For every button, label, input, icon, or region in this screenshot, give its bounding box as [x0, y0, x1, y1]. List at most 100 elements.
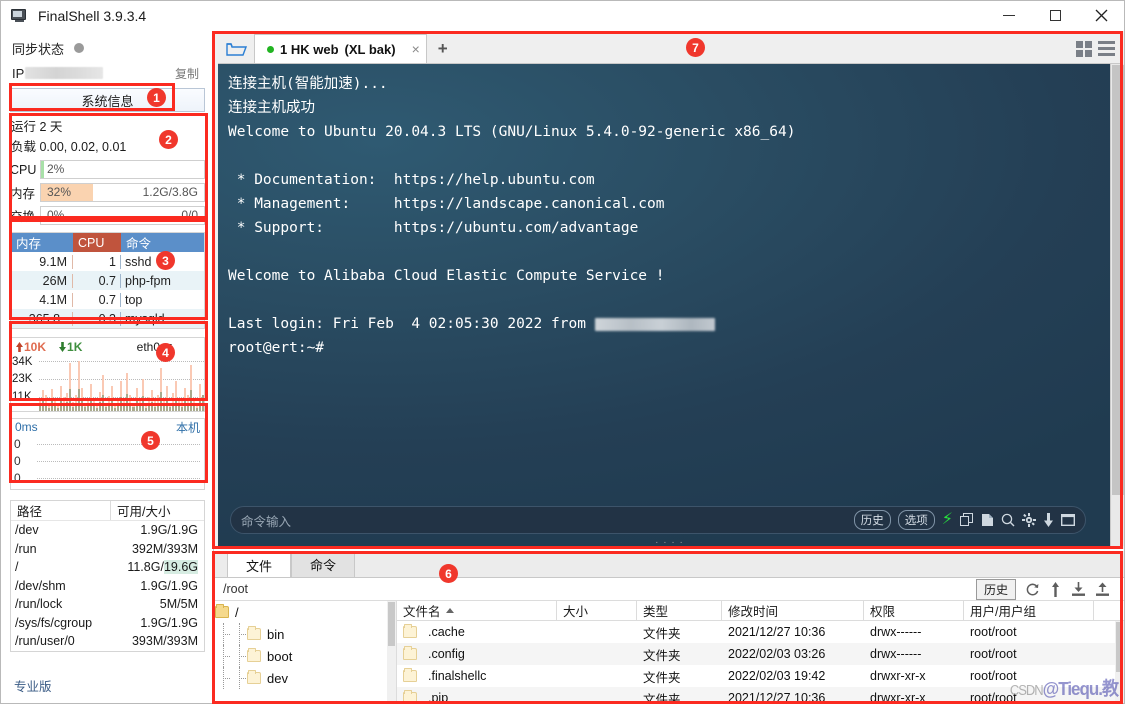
- file-name: .finalshellc: [397, 668, 557, 683]
- disk-path: /run: [15, 541, 37, 556]
- terminal-line: 连接主机(智能加速)...: [228, 76, 388, 92]
- maximize-button[interactable]: [1032, 1, 1078, 31]
- new-tab-button[interactable]: +: [427, 34, 459, 63]
- upload-file-icon[interactable]: [1095, 582, 1110, 597]
- download-icon[interactable]: [1043, 513, 1054, 527]
- column-modified[interactable]: 修改时间: [722, 601, 864, 620]
- network-upload: 10K: [15, 340, 46, 354]
- column-filename[interactable]: 文件名: [397, 601, 557, 620]
- table-row[interactable]: /sys/fs/cgroup 1.9G/1.9G: [11, 614, 204, 633]
- annotation-marker-3: 3: [156, 251, 175, 270]
- memory-detail: 1.2G/3.8G: [142, 185, 198, 199]
- terminal-line: * Management: https://landscape.canonica…: [228, 196, 665, 212]
- tab-files[interactable]: 文件: [227, 551, 292, 577]
- network-chart: 34K 23K 11K: [11, 355, 204, 411]
- column-owner[interactable]: 用户/用户组: [964, 601, 1094, 620]
- sync-status-label: 同步状态: [12, 41, 65, 57]
- paste-icon[interactable]: [981, 513, 994, 527]
- table-row[interactable]: .cache 文件夹 2021/12/27 10:36 drwx------ root/…: [397, 621, 1124, 643]
- bolt-icon[interactable]: ⚡: [942, 512, 953, 528]
- open-folder-icon[interactable]: [218, 34, 254, 63]
- disk-col-size[interactable]: 可用/大小: [111, 501, 204, 520]
- table-row[interactable]: /run/user/0 393M/393M: [11, 632, 204, 651]
- tree-item[interactable]: /: [215, 601, 396, 623]
- command-input-bar[interactable]: 命令输入 历史 选项 ⚡: [230, 506, 1086, 534]
- window-icon[interactable]: [1061, 514, 1075, 526]
- table-row[interactable]: 365.8.. 0.3 mysqld: [11, 309, 204, 328]
- file-modified: 2021/12/27 10:36: [728, 625, 826, 639]
- terminal-last-login-line: Last login: Fri Feb 4 02:05:30 2022 from: [228, 316, 715, 332]
- tree-item[interactable]: bin: [215, 623, 396, 645]
- process-col-command[interactable]: 命令: [121, 233, 204, 252]
- command-input-placeholder[interactable]: 命令输入: [241, 511, 291, 530]
- table-row[interactable]: 26M 0.7 php-fpm: [11, 271, 204, 290]
- list-view-icon[interactable]: [1098, 41, 1115, 56]
- copy-icon[interactable]: [960, 513, 974, 527]
- gear-icon[interactable]: [1022, 513, 1036, 527]
- command-history-button[interactable]: 历史: [853, 510, 891, 530]
- annotation-marker-4: 4: [156, 343, 175, 362]
- process-cpu: 0.7: [73, 273, 121, 288]
- disk-path: /dev: [15, 523, 39, 538]
- copy-ip-button[interactable]: 复制: [175, 65, 199, 82]
- tab-commands[interactable]: 命令: [291, 551, 356, 577]
- tree-item[interactable]: boot: [215, 645, 396, 667]
- disk-path: /sys/fs/cgroup: [15, 615, 93, 630]
- cpu-gauge-label: CPU: [10, 162, 37, 177]
- cpu-percent: 2%: [47, 162, 65, 176]
- command-options-button[interactable]: 选项: [897, 510, 935, 530]
- table-row[interactable]: /dev/shm 1.9G/1.9G: [11, 577, 204, 596]
- panel-splitter[interactable]: · · · ·: [655, 537, 684, 548]
- grid-view-icon[interactable]: [1076, 40, 1092, 57]
- latency-y-label: 0: [14, 471, 21, 485]
- terminal-tab[interactable]: 1 HK web (XL bak) ×: [254, 34, 427, 63]
- process-memory: 26M: [11, 273, 73, 288]
- swap-percent: 0%: [47, 208, 65, 222]
- memory-percent: 32%: [47, 185, 72, 199]
- terminal-panel: 1 HK web (XL bak) × + 连接主机(智能加速)... 连接主机…: [215, 31, 1124, 549]
- network-traffic-panel: 10K 1K eth0 34K 23K 11K: [10, 337, 205, 412]
- column-permissions[interactable]: 权限: [864, 601, 964, 620]
- process-command: top: [125, 292, 143, 307]
- process-cpu: 1: [73, 254, 121, 269]
- close-button[interactable]: [1078, 1, 1124, 31]
- tree-scrollbar[interactable]: [387, 601, 396, 703]
- connection-status-dot: [267, 45, 274, 53]
- terminal-tab-label: 1 HK web: [280, 41, 339, 57]
- column-size[interactable]: 大小: [557, 601, 637, 620]
- column-type[interactable]: 类型: [637, 601, 722, 620]
- table-row[interactable]: / 11.8G/19.6G: [11, 558, 204, 577]
- table-row[interactable]: 9.1M 1 sshd: [11, 252, 204, 271]
- system-info-button[interactable]: 系统信息: [10, 88, 205, 112]
- table-row[interactable]: /run/lock 5M/5M: [11, 595, 204, 614]
- swap-detail: 0/0: [181, 208, 198, 222]
- terminal-output[interactable]: 连接主机(智能加速)... 连接主机成功 Welcome to Ubuntu 2…: [218, 64, 1110, 546]
- terminal-line: Welcome to Alibaba Cloud Elastic Compute…: [228, 268, 665, 284]
- process-col-memory[interactable]: 内存: [11, 233, 73, 252]
- process-memory: 4.1M: [11, 292, 73, 307]
- disk-col-path[interactable]: 路径: [11, 501, 111, 520]
- download-file-icon[interactable]: [1071, 581, 1086, 597]
- file-manager-toolbar: 历史: [975, 578, 1124, 600]
- file-history-button[interactable]: 历史: [975, 578, 1016, 600]
- search-icon[interactable]: [1001, 513, 1015, 527]
- pro-version-link[interactable]: 专业版: [14, 676, 52, 695]
- terminal-scrollbar[interactable]: [1110, 64, 1124, 546]
- table-row[interactable]: /run 392M/393M: [11, 540, 204, 559]
- folder-icon: [403, 668, 417, 682]
- minimize-button[interactable]: [986, 1, 1032, 31]
- annotation-marker-1: 1: [147, 88, 166, 107]
- sidebar: 同步状态 IP 复制 系统信息 运行 2 天 负载 0.00, 0.02, 0.…: [2, 31, 214, 703]
- table-row[interactable]: /dev 1.9G/1.9G: [11, 521, 204, 540]
- file-name: .config: [397, 646, 557, 661]
- table-row[interactable]: .config 文件夹 2022/02/03 03:26 drwx------ root…: [397, 643, 1124, 665]
- upload-arrow-icon[interactable]: [1049, 581, 1062, 597]
- folder-icon: [247, 670, 261, 684]
- process-col-cpu[interactable]: CPU: [73, 233, 121, 252]
- refresh-icon[interactable]: [1025, 582, 1040, 597]
- directory-tree: / bin boot dev: [215, 601, 397, 703]
- tree-item[interactable]: dev: [215, 667, 396, 689]
- table-row[interactable]: 4.1M 0.7 top: [11, 290, 204, 309]
- current-path[interactable]: /root: [223, 582, 248, 596]
- close-tab-icon[interactable]: ×: [412, 41, 420, 57]
